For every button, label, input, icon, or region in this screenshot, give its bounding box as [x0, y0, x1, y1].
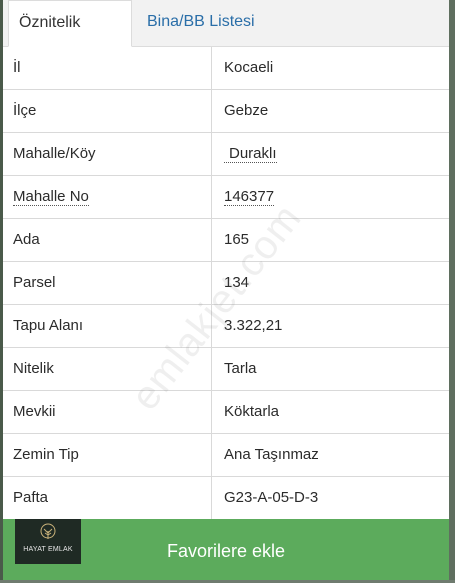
tab-building-list[interactable]: Bina/BB Listesi: [137, 0, 277, 46]
row-value: 146377: [213, 176, 449, 218]
attribute-panel: Öznitelik Bilgisi Bina/BB Listesi İl Koc…: [3, 0, 449, 580]
table-row: Mevkii Köktarla: [3, 391, 449, 434]
table-row: İl Kocaeli: [3, 47, 449, 90]
tab-attribute-info[interactable]: Öznitelik Bilgisi: [8, 0, 132, 75]
row-value: G23-A-05-D-3: [224, 489, 319, 506]
mahalle-value: Duraklı: [224, 145, 277, 163]
logo-text: HAYAT EMLAK: [23, 546, 73, 553]
table-row: Mahalle/Köy Duraklı: [3, 133, 449, 176]
row-value: Duraklı: [213, 133, 449, 175]
table-row: İlçe Gebze: [3, 90, 449, 133]
row-key: Tapu Alanı: [3, 305, 212, 347]
row-value: Tarla: [224, 360, 257, 377]
row-key: Parsel: [3, 262, 212, 304]
row-key: İlçe: [3, 90, 212, 132]
row-value: Gebze: [224, 102, 269, 119]
row-value: 165: [224, 231, 250, 248]
map-edge-right: [448, 0, 455, 580]
mahalle-no-value: 146377: [224, 188, 275, 206]
tab-bar: Öznitelik Bilgisi Bina/BB Listesi: [3, 0, 449, 75]
row-key: İl: [3, 47, 212, 89]
row-key: Mevkii: [3, 391, 212, 433]
table-row: Mahalle No 146377: [3, 176, 449, 219]
table-row: Nitelik Tarla: [3, 348, 449, 391]
row-value: Köktarla: [224, 403, 280, 420]
attribute-table: İl Kocaeli İlçe Gebze Mahalle/Köy Durakl…: [3, 47, 449, 520]
row-key: Mahalle No: [3, 176, 212, 218]
row-value: Ana Taşınmaz: [224, 446, 319, 463]
table-row: Parsel 134: [3, 262, 449, 305]
table-row: Tapu Alanı 3.322,21: [3, 305, 449, 348]
row-key: Mahalle/Köy: [3, 133, 212, 175]
brand-logo: HAYAT EMLAK: [15, 519, 81, 564]
row-value: 134: [224, 274, 250, 291]
row-value: 3.322,21: [224, 317, 283, 334]
row-key: Ada: [3, 219, 212, 261]
row-key: Pafta: [3, 477, 212, 519]
table-row: Ada 165: [3, 219, 449, 262]
row-key: Nitelik: [3, 348, 212, 390]
row-value: Kocaeli: [224, 59, 274, 76]
table-row: Pafta G23-A-05-D-3: [3, 477, 449, 520]
tree-icon: [15, 523, 81, 543]
row-key: Zemin Tip: [3, 434, 212, 476]
mahalle-no-label: Mahalle No: [13, 188, 89, 206]
table-row: Zemin Tip Ana Taşınmaz: [3, 434, 449, 477]
